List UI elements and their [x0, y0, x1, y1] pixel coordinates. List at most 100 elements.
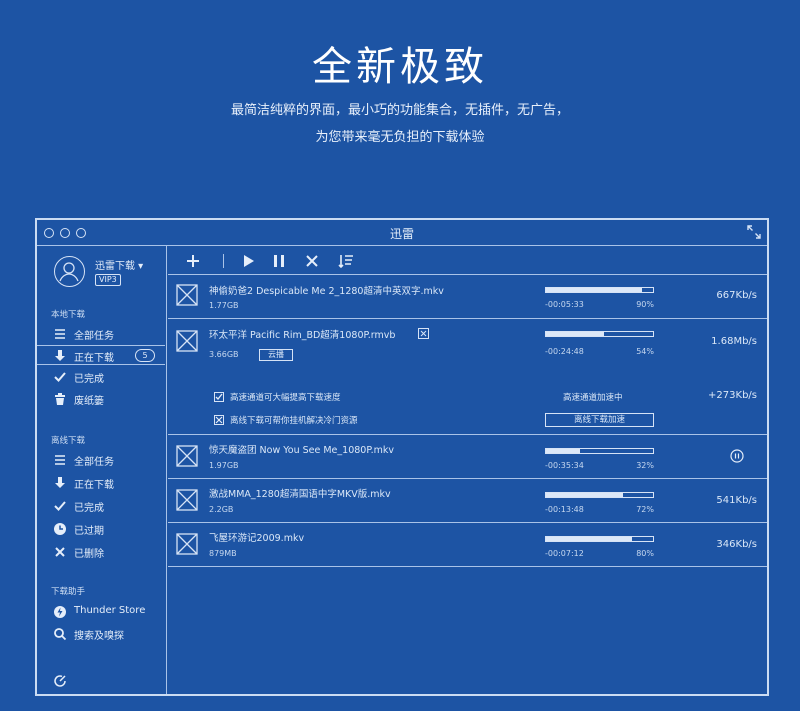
task-time-remaining: -00:24:48 — [545, 347, 584, 356]
offline-accel-button[interactable]: 离线下载加速 — [545, 413, 654, 427]
sidebar-item-offline-downloading[interactable]: 正在下载 — [37, 473, 165, 493]
task-row-expanded[interactable]: 环太平洋 Pacific Rim_BD超清1080P.rmvb 3.66GB 云… — [168, 319, 767, 435]
sidebar-item-local-completed[interactable]: 已完成 — [37, 367, 165, 387]
task-size: 3.66GB — [209, 350, 239, 359]
add-icon[interactable] — [185, 253, 201, 269]
hero-title: 全新极致 — [312, 44, 488, 90]
search-icon — [53, 627, 67, 641]
file-placeholder-icon — [176, 330, 198, 352]
download-arrow-icon — [53, 349, 67, 363]
task-percent: 72% — [636, 505, 654, 514]
sidebar-item-offline-completed[interactable]: 已完成 — [37, 496, 165, 516]
task-percent: 80% — [636, 549, 654, 558]
clock-icon — [53, 522, 67, 536]
task-size: 1.77GB — [209, 301, 239, 310]
sidebar-item-label: 已删除 — [74, 549, 104, 560]
hero-subtitle-line2: 为您带来毫无负担的下载体验 — [315, 130, 485, 145]
external-link-icon[interactable] — [418, 328, 429, 339]
file-placeholder-icon — [176, 445, 198, 467]
task-percent: 54% — [636, 347, 654, 356]
checkmark-icon — [53, 370, 67, 384]
title-bar: 迅雷 — [37, 220, 767, 246]
progress-bar — [545, 492, 654, 498]
section-download-helper: 下载助手 — [51, 587, 86, 597]
paused-icon[interactable] — [730, 449, 744, 463]
progress-fill — [546, 449, 581, 453]
task-row[interactable]: 激战MMA_1280超清国语中字MKV版.mkv 2.2GB -00:13:48… — [168, 479, 767, 523]
sidebar-item-search-sniff[interactable]: 搜索及嗅探 — [37, 624, 165, 644]
speed-meter-icon[interactable] — [53, 674, 67, 688]
progress-fill — [546, 332, 604, 336]
task-size: 879MB — [209, 549, 237, 558]
trash-icon — [53, 392, 67, 406]
task-percent: 90% — [636, 300, 654, 309]
task-row[interactable]: 神偷奶爸2 Despicable Me 2_1280超清中英双字.mkv 1.7… — [168, 275, 767, 319]
extra-speed: +273Kb/s — [708, 390, 757, 401]
task-speed: 346Kb/s — [716, 539, 757, 550]
task-filename: 飞屋环游记2009.mkv — [209, 533, 305, 544]
progress-bar — [545, 536, 654, 542]
file-placeholder-icon — [176, 284, 198, 306]
sidebar-item-label: 已完成 — [74, 374, 104, 385]
progress-bar — [545, 287, 654, 293]
high-speed-status: 高速通道加速中 — [563, 393, 623, 403]
sort-icon[interactable] — [338, 253, 354, 269]
task-time-remaining: -00:05:33 — [545, 300, 584, 309]
task-row[interactable]: 飞屋环游记2009.mkv 879MB -00:07:12 80% 346Kb/… — [168, 523, 767, 567]
play-icon[interactable] — [240, 253, 256, 269]
task-filename: 惊天魔盗团 Now You See Me_1080P.mkv — [209, 445, 394, 456]
task-filename: 神偷奶爸2 Despicable Me 2_1280超清中英双字.mkv — [209, 286, 444, 297]
sidebar-item-thunder-store[interactable]: Thunder Store — [37, 602, 165, 622]
sidebar-item-label: 已完成 — [74, 503, 104, 514]
expand-icon[interactable] — [747, 225, 761, 239]
sidebar-item-label: 已过期 — [74, 526, 104, 537]
task-time-remaining: -00:13:48 — [545, 505, 584, 514]
app-window: 迅雷 迅雷下载 ▾ VIP3 本地下载 全部任务 正在下载 5 已完成 废纸篓 … — [35, 218, 769, 696]
task-size: 2.2GB — [209, 505, 234, 514]
count-badge: 5 — [135, 349, 155, 362]
toolbar — [168, 246, 767, 275]
sidebar-item-label: 搜索及嗅探 — [74, 631, 124, 642]
offline-accel-checkbox[interactable] — [214, 415, 224, 425]
progress-fill — [546, 493, 624, 497]
pause-icon[interactable] — [271, 253, 287, 269]
task-row[interactable]: 惊天魔盗团 Now You See Me_1080P.mkv 1.97GB -0… — [168, 435, 767, 479]
task-time-remaining: -00:35:34 — [545, 461, 584, 470]
sidebar-item-label: 废纸篓 — [74, 396, 104, 407]
sidebar-item-local-all[interactable]: 全部任务 — [37, 324, 165, 344]
offline-accel-label: 离线下载可帮你挂机解决冷门资源 — [230, 416, 358, 426]
sidebar-item-offline-all[interactable]: 全部任务 — [37, 450, 165, 470]
close-icon — [53, 545, 67, 559]
window-title: 迅雷 — [389, 227, 414, 241]
progress-bar — [545, 331, 654, 337]
cloud-play-button[interactable]: 云播 — [259, 349, 293, 361]
sidebar-item-label: 全部任务 — [74, 331, 114, 342]
download-arrow-icon — [53, 476, 67, 490]
progress-fill — [546, 537, 632, 541]
file-placeholder-icon — [176, 489, 198, 511]
task-time-remaining: -00:07:12 — [545, 549, 584, 558]
task-speed: 667Kb/s — [716, 290, 757, 301]
section-local-downloads: 本地下载 — [51, 310, 86, 320]
username[interactable]: 迅雷下载 ▾ — [95, 257, 143, 272]
section-offline-downloads: 离线下载 — [51, 436, 86, 446]
delete-icon[interactable] — [304, 253, 320, 269]
progress-fill — [546, 288, 643, 292]
vip-badge: VIP3 — [95, 274, 121, 286]
sidebar-item-offline-deleted[interactable]: 已删除 — [37, 542, 165, 562]
high-speed-checkbox[interactable] — [214, 392, 224, 402]
progress-bar — [545, 448, 654, 454]
task-speed: 1.68Mb/s — [711, 336, 757, 347]
sidebar-item-local-downloading[interactable]: 正在下载 5 — [37, 345, 165, 365]
sidebar: 迅雷下载 ▾ VIP3 本地下载 全部任务 正在下载 5 已完成 废纸篓 离线下… — [37, 246, 167, 694]
thunder-store-icon — [53, 605, 67, 619]
sidebar-item-offline-expired[interactable]: 已过期 — [37, 519, 165, 539]
task-percent: 32% — [636, 461, 654, 470]
sidebar-item-label: 正在下载 — [74, 353, 114, 364]
avatar[interactable] — [54, 256, 85, 287]
sidebar-item-local-trash[interactable]: 废纸篓 — [37, 389, 165, 409]
sidebar-item-label: Thunder Store — [74, 605, 146, 616]
task-panel: 神偷奶爸2 Despicable Me 2_1280超清中英双字.mkv 1.7… — [168, 246, 767, 694]
task-speed: 541Kb/s — [716, 495, 757, 506]
checkmark-icon — [53, 499, 67, 513]
